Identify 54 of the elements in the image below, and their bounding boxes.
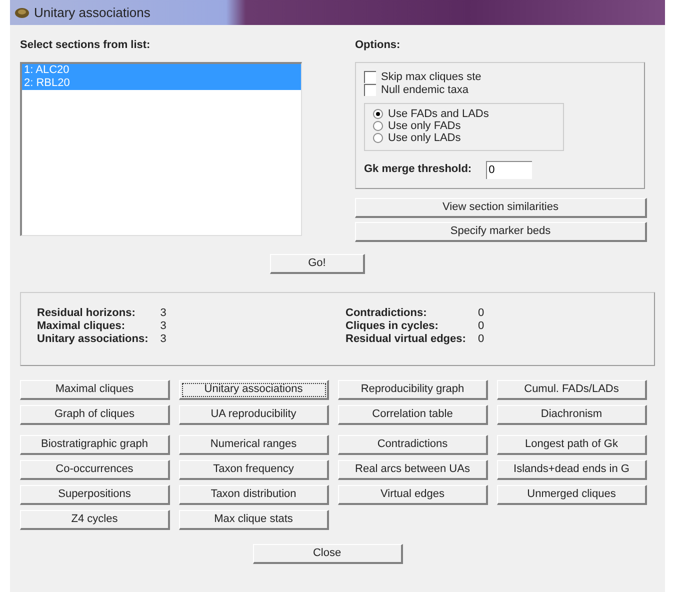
window-title: Unitary associations bbox=[34, 4, 150, 22]
command-button[interactable]: Unmerged cliques bbox=[497, 484, 647, 504]
checkbox[interactable] bbox=[364, 71, 376, 83]
stat-label: Unitary associations: bbox=[37, 332, 148, 346]
command-button[interactable]: Diachronism bbox=[497, 404, 647, 424]
app-icon bbox=[14, 6, 30, 18]
stat-value: 3 bbox=[160, 320, 168, 332]
command-button[interactable]: UA reproducibility bbox=[179, 404, 329, 424]
command-button[interactable]: Unitary associations bbox=[179, 380, 329, 400]
command-button[interactable]: Max clique stats bbox=[179, 510, 329, 530]
command-button[interactable]: Graph of cliques bbox=[20, 404, 170, 424]
command-button[interactable]: Go! bbox=[270, 254, 365, 274]
stat-label: Residual virtual edges: bbox=[346, 332, 466, 346]
stat-value: 0 bbox=[478, 320, 486, 332]
stat-label: Cliques in cycles: bbox=[346, 320, 440, 332]
command-button[interactable]: Close bbox=[252, 544, 402, 564]
command-button[interactable]: Superpositions bbox=[20, 484, 170, 504]
stat-label: Maximal cliques: bbox=[37, 320, 126, 332]
stat-value: 0 bbox=[478, 306, 486, 320]
checkbox[interactable] bbox=[364, 84, 376, 96]
checkbox-label: Skip max cliques ste bbox=[381, 70, 482, 85]
section-label: Select sections from list: bbox=[20, 38, 152, 53]
command-button[interactable]: Co-occurrences bbox=[20, 460, 170, 480]
command-button[interactable]: Biostratigraphic graph bbox=[20, 434, 170, 454]
command-button[interactable]: Numerical ranges bbox=[179, 434, 329, 454]
command-button[interactable]: Islands+dead ends in G bbox=[497, 460, 647, 480]
command-button[interactable]: Longest path of Gk bbox=[497, 434, 647, 454]
radio-button[interactable] bbox=[373, 132, 383, 142]
stat-value: 3 bbox=[160, 306, 168, 320]
command-button[interactable]: Cumul. FADs/LADs bbox=[497, 380, 647, 400]
radio-label: Use FADs and LADs bbox=[388, 108, 489, 120]
radio-button[interactable] bbox=[373, 120, 383, 130]
command-button[interactable]: Z4 cycles bbox=[20, 510, 170, 530]
stat-value: 3 bbox=[160, 332, 168, 346]
threshold-label: Gk merge threshold: bbox=[364, 162, 472, 178]
radio-label: Use only LADs bbox=[388, 132, 461, 144]
command-button[interactable]: Taxon distribution bbox=[179, 484, 329, 504]
command-button[interactable]: Correlation table bbox=[338, 404, 488, 424]
checkbox-label: Null endemic taxa bbox=[381, 82, 468, 98]
options-label: Options: bbox=[355, 38, 402, 53]
command-button[interactable]: Contradictions bbox=[338, 434, 488, 454]
command-button[interactable]: Maximal cliques bbox=[20, 380, 170, 400]
stat-label: Residual horizons: bbox=[37, 306, 136, 320]
radio-label: Use only FADs bbox=[388, 120, 461, 132]
threshold-field[interactable]: 0 bbox=[486, 160, 532, 178]
command-button[interactable]: Virtual edges bbox=[338, 484, 488, 504]
stat-value: 0 bbox=[478, 332, 486, 346]
radio-button[interactable] bbox=[373, 108, 383, 118]
command-button[interactable]: Taxon frequency bbox=[179, 460, 329, 480]
command-button[interactable]: Real arcs between UAs bbox=[338, 460, 488, 480]
command-button[interactable]: View section similarities bbox=[355, 198, 647, 218]
command-button[interactable]: Reproducibility graph bbox=[338, 380, 488, 400]
command-button[interactable]: Specify marker beds bbox=[355, 222, 647, 242]
stat-label: Contradictions: bbox=[346, 306, 428, 320]
